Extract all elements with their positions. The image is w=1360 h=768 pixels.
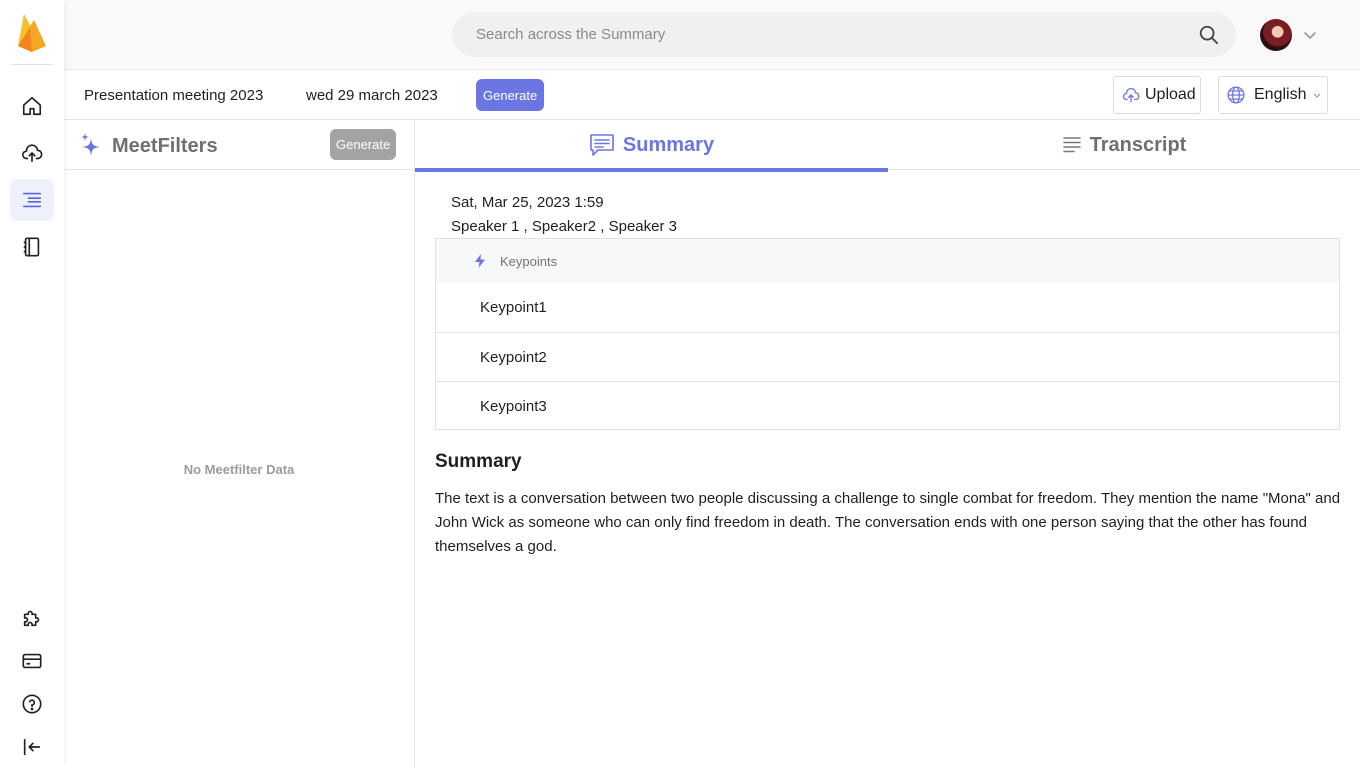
avatar[interactable] [1260, 19, 1292, 51]
chevron-down-icon [1314, 93, 1321, 98]
keypoints-header: Keypoints [436, 239, 1339, 283]
keypoints-header-label: Keypoints [500, 253, 558, 269]
search-icon[interactable] [1198, 24, 1220, 46]
chat-summary-icon [590, 134, 614, 156]
meetfilters-empty-state: No Meetfilter Data [183, 462, 295, 477]
tab-summary-label: Summary [622, 133, 715, 156]
logout-icon [23, 738, 41, 756]
keypoint-row: Keypoint1 [480, 299, 547, 316]
puzzle-icon [23, 610, 40, 627]
help-icon [22, 694, 42, 714]
summary-heading: Summary [435, 451, 522, 472]
notebook-icon [23, 237, 40, 257]
search-input[interactable] [476, 26, 1176, 43]
language-label: English [1254, 86, 1307, 103]
card-icon [22, 653, 42, 669]
meetfilters-generate-button[interactable]: Generate [330, 129, 397, 160]
sidebar [0, 0, 64, 768]
tab-transcript[interactable]: Transcript [888, 120, 1360, 170]
meeting-datetime: Sat, Mar 25, 2023 1:59 [451, 194, 604, 211]
chevron-down-icon[interactable] [1302, 27, 1318, 43]
meeting-toolbar: Presentation meeting 2023 wed 29 march 2… [64, 70, 1360, 120]
meetfilters-header: MeetFilters Generate [64, 120, 414, 170]
globe-icon [1227, 86, 1245, 104]
tab-summary[interactable]: Summary [415, 120, 888, 172]
tab-bar: Summary Transcript [415, 120, 1360, 172]
top-header [64, 0, 1360, 70]
sidebar-item-logout[interactable] [10, 726, 54, 768]
sparkle-icon [81, 133, 100, 156]
transcript-lines-icon [1062, 137, 1081, 153]
summary-list-icon [22, 192, 42, 208]
keypoint-row: Keypoint3 [436, 381, 1339, 430]
language-select[interactable]: English [1218, 76, 1328, 114]
search-bar [452, 12, 1236, 57]
sidebar-item-home[interactable] [10, 85, 54, 127]
sidebar-item-help[interactable] [10, 683, 54, 725]
meeting-title: Presentation meeting 2023 [84, 87, 264, 104]
sidebar-item-integrations[interactable] [10, 597, 54, 639]
meetfilters-title: MeetFilters [112, 135, 218, 157]
firebase-logo-icon[interactable] [16, 12, 48, 52]
upload-cloud-icon [1122, 87, 1140, 103]
summary-text: The text is a conversation between two p… [435, 490, 1341, 555]
sidebar-item-billing[interactable] [10, 640, 54, 682]
keypoint-row: Keypoint2 [436, 332, 1339, 381]
generate-button[interactable]: Generate [476, 79, 545, 111]
sidebar-item-summaries[interactable] [10, 179, 54, 221]
logo-divider [12, 64, 52, 65]
upload-cloud-icon [22, 144, 43, 163]
keypoints-table: Keypoints Keypoint1 Keypoint2 Keypoint3 [435, 238, 1340, 430]
upload-button[interactable]: Upload [1113, 76, 1201, 114]
sidebar-item-upload[interactable] [10, 132, 54, 174]
main-content: Summary Transcript Sat, Mar 25, 2023 1:5… [415, 120, 1360, 768]
tab-transcript-label: Transcript [1089, 133, 1187, 156]
meeting-speakers: Speaker 1 , Speaker2 , Speaker 3 [451, 218, 677, 235]
meetfilters-panel: MeetFilters Generate No Meetfilter Data [64, 120, 415, 768]
sidebar-item-notebook[interactable] [10, 226, 54, 268]
lightning-icon [475, 254, 485, 268]
home-icon [22, 96, 42, 116]
upload-label: Upload [1145, 86, 1196, 103]
meeting-date: wed 29 march 2023 [306, 87, 438, 104]
